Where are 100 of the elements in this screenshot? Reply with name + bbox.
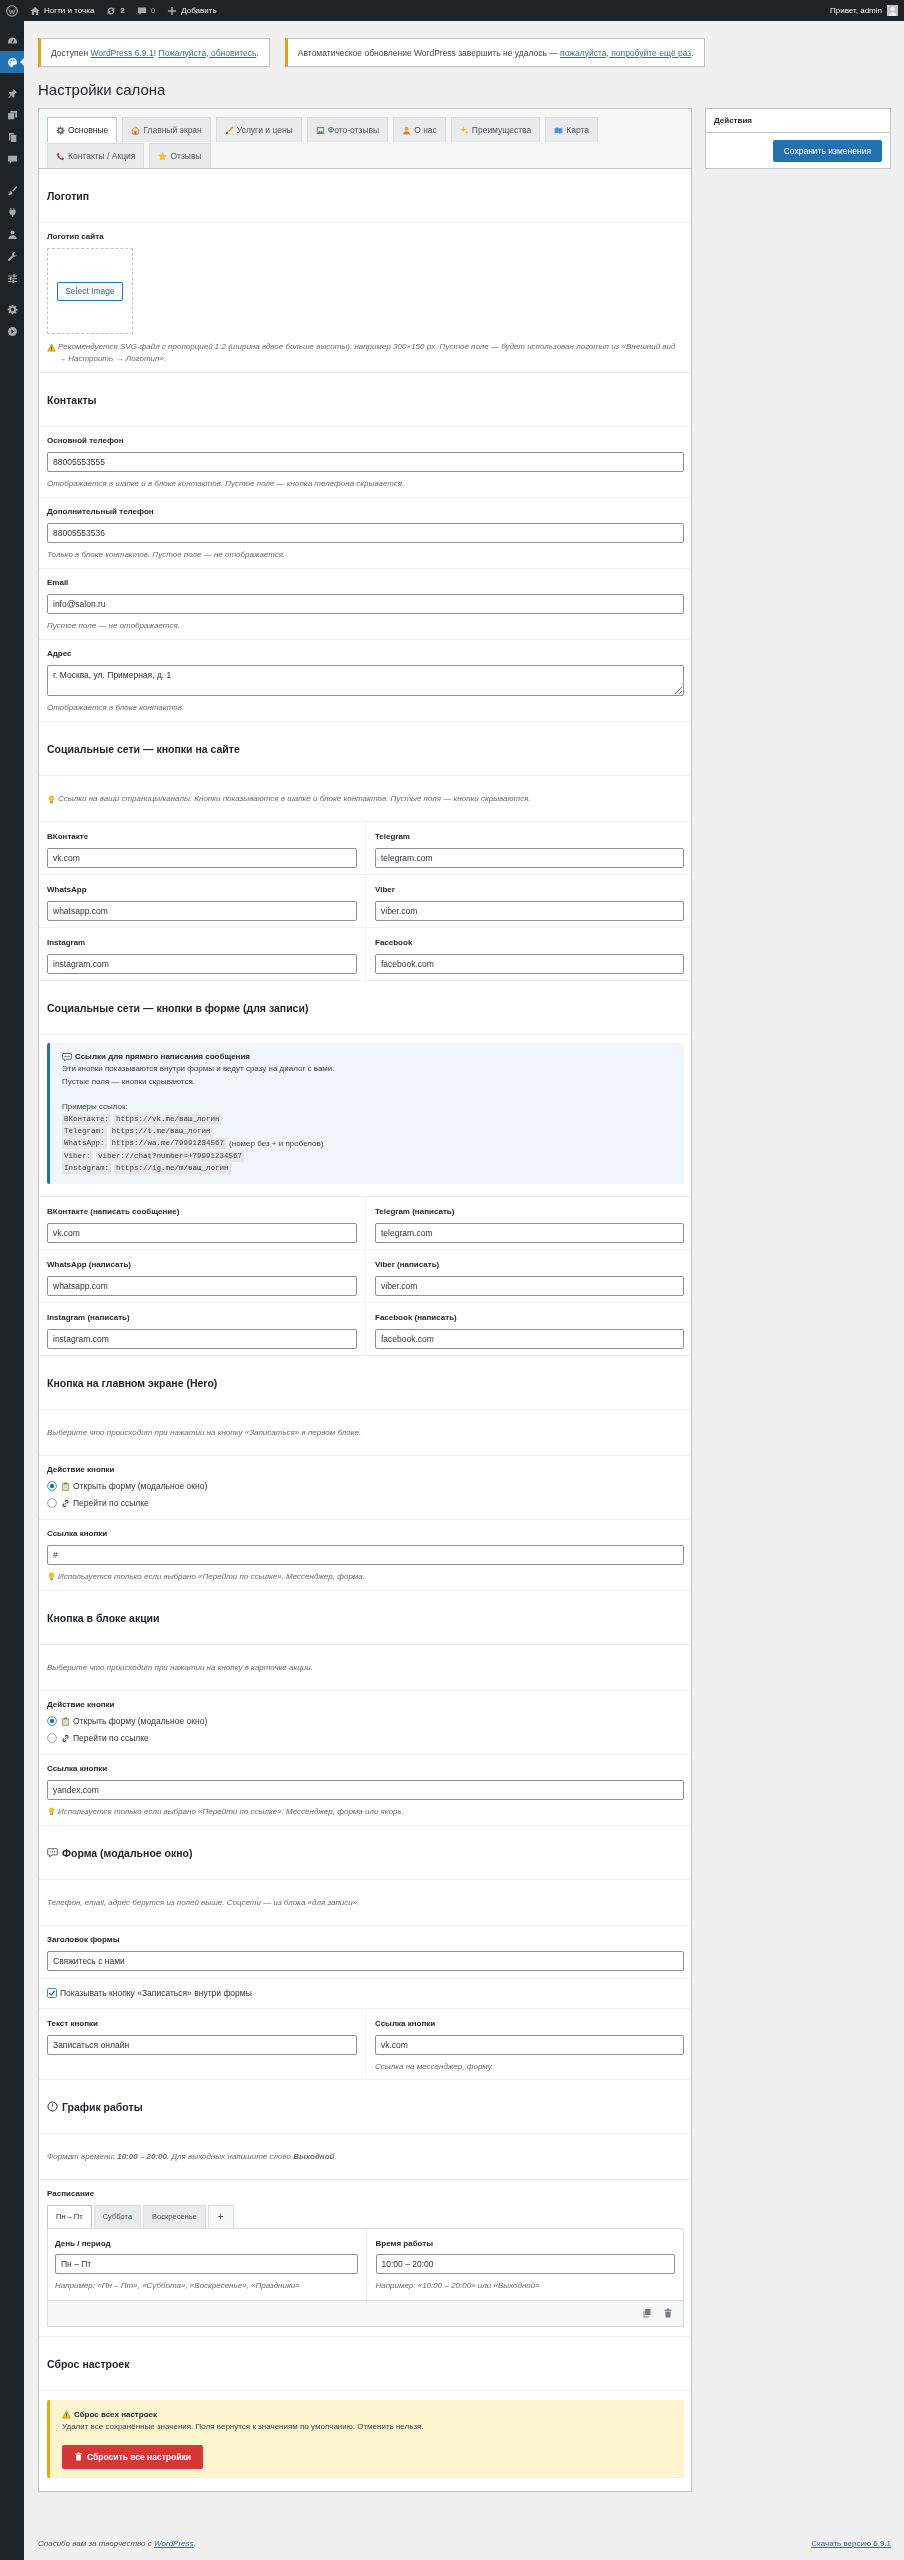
text-field[interactable]: 10:00 – 20:00 [375, 2253, 675, 2274]
save-button[interactable]: Сохранить изменения [772, 140, 882, 162]
radio-button[interactable] [47, 1716, 57, 1727]
text-field[interactable]: info@salon.ru [47, 594, 684, 614]
section-title: График работы [62, 2100, 143, 2113]
new-content-link[interactable]: Добавить [161, 0, 223, 21]
field-description: Ссылка на мессенджер, форму. [375, 2060, 495, 2073]
media-icon [6, 109, 18, 121]
info-title: Ссылки для прямого написания сообщения [75, 1051, 250, 1063]
star-icon [158, 151, 168, 161]
text-field[interactable]: 88005553536 [47, 523, 684, 543]
field-label: Действие кнопки [47, 1699, 116, 1710]
account-link[interactable]: Привет, admin [823, 0, 904, 21]
user-icon [6, 228, 18, 240]
text-field[interactable]: viber.com [375, 901, 684, 921]
link-icon [61, 1733, 70, 1743]
tab[interactable]: Контакты / Акция [47, 143, 145, 168]
tab[interactable]: Отзывы [149, 143, 211, 168]
add-tab-button[interactable]: + [207, 2204, 234, 2228]
field-label: Facebook (написать) [375, 1312, 458, 1323]
radio-button[interactable] [47, 1733, 57, 1744]
radio-button[interactable] [47, 1498, 57, 1509]
field-label: ВКонтакте [47, 832, 90, 842]
trash-icon[interactable] [663, 2308, 673, 2319]
text-field[interactable]: Пн – Пт [55, 2253, 358, 2274]
tab[interactable]: О нас [393, 117, 446, 142]
text-field[interactable]: telegram.com [375, 848, 684, 868]
option-label[interactable]: Перейти по ссылке [73, 1497, 149, 1510]
section-title: Логотип [47, 190, 90, 202]
section-description: Выберите что происходит при нажатии на кнопку «Записаться» в первом блоке. [47, 1426, 363, 1439]
image-drop-zone[interactable]: Select Image [47, 248, 133, 334]
textarea-field[interactable]: г. Москва, ул. Примерная, д. 1 [47, 665, 684, 696]
clipboard-icon [61, 1481, 70, 1491]
clock-icon [47, 2101, 58, 2113]
sparkle-icon [459, 125, 469, 135]
text-field[interactable]: vk.com [47, 848, 357, 868]
phone-icon [56, 151, 65, 161]
trash-icon [74, 2452, 83, 2462]
lightbulb-icon [47, 1807, 56, 1817]
field-label: ВКонтакте (написать сообщение) [47, 1206, 181, 1217]
site-link[interactable]: Ногти и точка [24, 0, 101, 21]
lightbulb-icon [47, 1572, 56, 1582]
comment-icon [136, 5, 147, 16]
copy-icon[interactable] [642, 2308, 652, 2319]
field-label: Текст кнопки [47, 2018, 99, 2029]
text-field[interactable]: yandex.com [47, 1779, 684, 1800]
text-field[interactable]: telegram.com [375, 1222, 684, 1243]
text-field[interactable]: viber.com [375, 1275, 684, 1296]
sidebar-item[interactable] [0, 51, 24, 73]
tab[interactable]: Главный экран [122, 117, 211, 142]
tab[interactable]: Основные [47, 117, 118, 142]
text-field[interactable]: facebook.com [375, 1328, 684, 1349]
warning-icon [62, 2410, 71, 2420]
updates-link[interactable]: 2 [100, 0, 131, 21]
tip-text: Используется только если выбрано «Перейти по ссылке». Мессенджер, форма или якорь. [58, 1805, 404, 1818]
field-label: Instagram [47, 938, 87, 948]
tab[interactable]: Услуги и цены [215, 117, 302, 142]
logo-icon[interactable] [6, 4, 18, 17]
field-label: Telegram (написать) [375, 1206, 456, 1217]
field-label: Email [47, 578, 70, 588]
checkbox-label[interactable]: Показывать кнопку «Записаться» внутри формы [60, 1987, 252, 2000]
text-field[interactable]: Записаться онлайн [47, 2034, 357, 2055]
text-field[interactable]: whatsapp.com [47, 1275, 357, 1296]
section-description: Телефон, email, адрес берутся из полей выше. Соцсети — из блока «для записи». [47, 1896, 361, 1909]
field-description: Только в блоке контактов. Пустое поле — не отображается. [47, 549, 287, 561]
lightbulb-icon [47, 794, 56, 804]
text-field[interactable]: 88005553555 [47, 452, 684, 472]
select-image-button[interactable]: Select Image [57, 281, 123, 301]
option-label[interactable]: Перейти по ссылке [73, 1732, 149, 1745]
text-field[interactable]: whatsapp.com [47, 901, 357, 921]
option-label[interactable]: Открыть форму (модальное окно) [73, 1480, 208, 1493]
version-link[interactable]: Скачать версию 6.9.1 [811, 2538, 891, 2550]
option-label[interactable]: Открыть форму (модальное окно) [73, 1715, 208, 1728]
text-field[interactable]: instagram.com [47, 1328, 357, 1349]
text-field[interactable]: vk.com [375, 2034, 684, 2055]
warning-title: Сброс всех настроек [74, 2408, 157, 2421]
text-field[interactable]: # [47, 1544, 684, 1565]
notice-text: Доступен WordPress 6.9.1! Пожалуйста, обновитесь. [51, 46, 259, 59]
section-title: Форма (модальное окно) [62, 1846, 193, 1859]
comments-link[interactable]: 0 [130, 0, 162, 21]
checkbox[interactable] [47, 1988, 57, 1999]
tab[interactable]: Фото-отзывы [306, 117, 389, 142]
warning-note: Рекомендуется SVG-файл с пропорцией 1:2 (ширина вдвое больше высоты), например 300×150 px. Пустое поле — будет использован логотип из «Внешний вид → Настроить → Логотип». [58, 341, 677, 365]
notice-link[interactable]: WordPress 6.9.1 [90, 47, 154, 58]
tab[interactable]: Преимущества [450, 117, 541, 142]
text-field[interactable]: instagram.com [47, 954, 357, 974]
info-text: Эти кнопки показываются внутри формы и ведут сразу на диалог с вами. [62, 1063, 336, 1076]
text-field[interactable]: facebook.com [375, 954, 684, 974]
tab[interactable]: Карта [545, 117, 598, 142]
actions-title: Действия [706, 109, 890, 133]
text-field[interactable]: vk.com [47, 1222, 357, 1243]
reset-button[interactable]: Сбросить все настройки [62, 2444, 203, 2469]
radio-button[interactable] [47, 1481, 57, 1492]
house-icon [131, 125, 141, 135]
section-title: Кнопка в блоке акции [47, 1611, 160, 1624]
text-field[interactable]: Свяжитесь с нами [47, 1950, 684, 1971]
avatar-icon [887, 5, 898, 16]
examples-title: Примеры ссылок: [62, 1100, 129, 1113]
warning-text: Удалит все сохранённые значения. Поля вернутся к значениям по умолчанию. Отменить нельзя. [62, 2420, 425, 2433]
footer-link[interactable]: WordPress [153, 2539, 194, 2548]
